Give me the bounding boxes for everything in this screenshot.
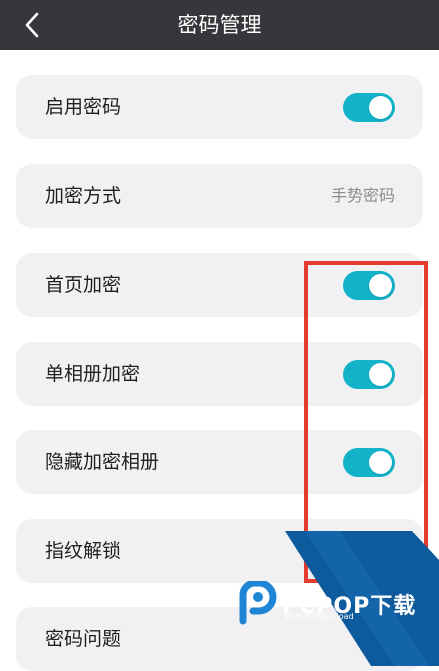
title-bar: 密码管理 — [0, 0, 439, 50]
highlight-annotation-box — [304, 261, 428, 583]
row-label: 单相册加密 — [45, 363, 141, 385]
row-label: 指纹解锁 — [45, 540, 122, 562]
row-label: 启用密码 — [45, 96, 122, 118]
page-title: 密码管理 — [177, 13, 262, 37]
row-label: 密码问题 — [45, 628, 122, 650]
toggle-knob — [369, 96, 392, 119]
enable-password-row[interactable]: 启用密码 — [16, 75, 423, 139]
encryption-method-row[interactable]: 加密方式 手势密码 — [16, 164, 423, 228]
enable-password-toggle[interactable] — [343, 93, 395, 122]
encryption-method-value: 手势密码 — [330, 186, 395, 205]
row-label: 加密方式 — [45, 185, 122, 207]
row-label: 首页加密 — [45, 274, 122, 296]
password-question-row[interactable]: 密码问题 — [16, 607, 423, 671]
row-label: 隐藏加密相册 — [45, 451, 160, 473]
